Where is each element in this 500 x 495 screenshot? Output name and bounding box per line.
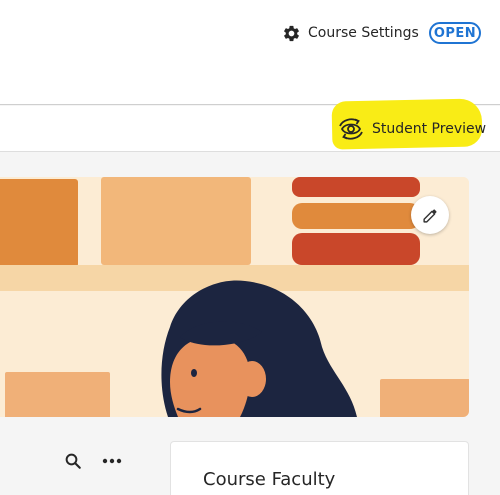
more-options-button[interactable] (100, 449, 124, 473)
course-banner-image (0, 177, 469, 417)
course-faculty-title: Course Faculty (203, 469, 336, 490)
search-icon (65, 453, 81, 469)
course-settings-label: Course Settings (308, 25, 419, 41)
eye-refresh-icon (339, 118, 363, 140)
student-preview-label: Student Preview (372, 121, 487, 137)
student-preview-button[interactable]: Student Preview (338, 116, 486, 142)
course-settings-button[interactable]: Course Settings (282, 21, 419, 45)
top-header: Course Settings OPEN (0, 0, 500, 105)
more-horizontal-icon (102, 458, 122, 464)
edit-banner-button[interactable] (411, 196, 449, 234)
pencil-icon (422, 208, 437, 223)
course-faculty-card: Course Faculty (170, 441, 469, 495)
gear-icon (284, 25, 299, 41)
status-badge[interactable]: OPEN (429, 22, 481, 44)
search-button[interactable] (61, 449, 85, 473)
